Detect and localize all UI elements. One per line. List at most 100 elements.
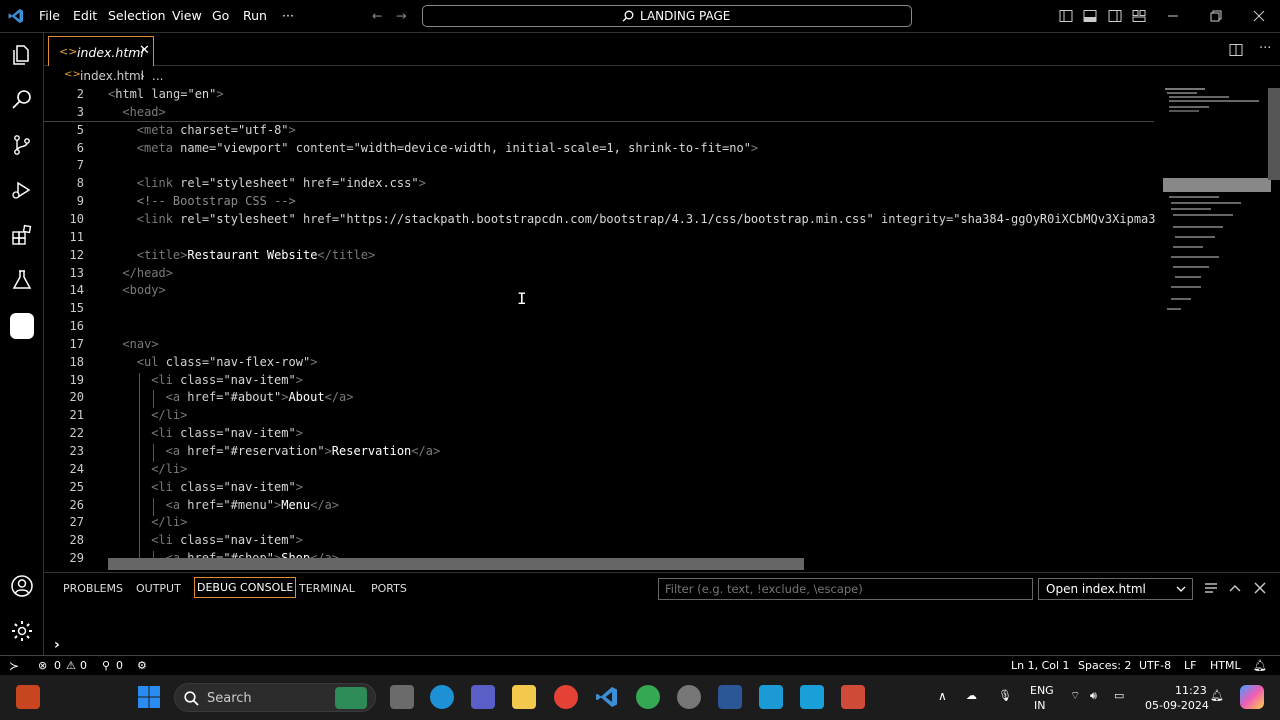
breadcrumb-rest[interactable]: ... (152, 69, 163, 83)
clock-time[interactable]: 11:23 (1175, 684, 1207, 697)
tab-problems[interactable]: PROBLEMS (63, 582, 123, 595)
battery-icon[interactable]: ▭ (1114, 689, 1124, 702)
code-line[interactable]: 15 (44, 301, 1164, 319)
error-count[interactable]: 0 (54, 659, 61, 672)
tab-index-html[interactable]: <> index.html ✕ (48, 36, 154, 66)
code-line[interactable]: 8 <link rel="stylesheet" href="index.css"… (44, 176, 1164, 194)
close-window-icon[interactable] (1252, 9, 1266, 23)
code-line[interactable]: 22 <li class="nav-item"> (44, 426, 1164, 445)
tab-output[interactable]: OUTPUT (136, 582, 181, 595)
run-debug-icon[interactable] (10, 178, 34, 202)
source-control-icon[interactable] (10, 133, 34, 157)
edge-browser-icon[interactable] (430, 685, 454, 709)
code-line[interactable]: 10 <link rel="stylesheet" href="https://s… (44, 212, 1164, 230)
code-line[interactable]: 18 <ul class="nav-flex-row"> (44, 355, 1164, 373)
copilot-icon[interactable] (1240, 685, 1264, 709)
code-line[interactable]: 5 <meta charset="utf-8"> (44, 123, 1164, 141)
code-line[interactable]: 14 <body> (44, 283, 1164, 301)
remote-icon[interactable]: ≻ (9, 659, 19, 673)
teams-icon[interactable] (471, 685, 495, 709)
code-line[interactable]: 20 <a href="#about">About</a> (44, 390, 1164, 409)
restore-icon[interactable] (1209, 9, 1223, 23)
menu-view[interactable]: View (172, 8, 202, 23)
toggle-secondary-sidebar-icon[interactable] (1108, 9, 1122, 23)
screen-recorder-icon[interactable] (841, 685, 865, 709)
tab-debug-console[interactable]: DEBUG CONSOLE (194, 577, 297, 598)
warning-count[interactable]: 0 (80, 659, 87, 672)
volume-icon[interactable]: 🔊︎ (1090, 689, 1097, 703)
maximize-panel-icon[interactable] (1228, 581, 1242, 595)
encoding[interactable]: UTF-8 (1139, 659, 1171, 672)
more-actions-icon[interactable]: ··· (1259, 41, 1271, 56)
code-line[interactable]: 23 <a href="#reservation">Reservation</a> (44, 444, 1164, 462)
split-editor-icon[interactable] (1229, 43, 1243, 57)
vscode-taskbar-icon[interactable] (595, 685, 619, 709)
code-line[interactable]: 24 </li> (44, 461, 1164, 480)
clear-console-icon[interactable] (1204, 581, 1218, 595)
task-view-icon[interactable] (390, 685, 414, 709)
ports-count[interactable]: 0 (116, 659, 123, 672)
search-icon[interactable] (10, 88, 34, 112)
code-line[interactable]: 17 <nav> (44, 337, 1164, 355)
language-region[interactable]: IN (1034, 699, 1045, 712)
debug-status-icon[interactable]: ⚙ (137, 659, 147, 672)
menu-go[interactable]: Go (212, 8, 229, 23)
code-line[interactable]: 7 (44, 158, 1164, 176)
extensions-icon[interactable] (10, 223, 34, 247)
nav-forward-icon[interactable]: → (396, 8, 406, 23)
language-indicator[interactable]: ENG (1030, 684, 1054, 697)
code-line[interactable]: 25 <li class="nav-item"> (44, 479, 1164, 498)
toggle-panel-icon[interactable] (1083, 9, 1097, 23)
manage-gear-icon[interactable] (10, 619, 34, 643)
code-line[interactable]: 2 <html lang="en"> (44, 87, 1164, 105)
customize-layout-icon[interactable] (1132, 9, 1146, 23)
command-center[interactable]: LANDING PAGE (422, 5, 912, 27)
show-hidden-icons-icon[interactable]: ∧ (938, 689, 947, 703)
menu-run[interactable]: Run (243, 8, 267, 23)
notifications-bell-icon[interactable]: 🔔︎ (1253, 659, 1267, 672)
code-line[interactable]: 26 <a href="#menu">Menu</a> (44, 497, 1164, 516)
wifi-icon[interactable]: ⌔ (1070, 689, 1080, 703)
code-line[interactable]: 12 <title>Restaurant Website</title> (44, 248, 1164, 266)
code-line[interactable]: 19 <li class="nav-item"> (44, 372, 1164, 391)
warning-icon[interactable]: ⚠ (66, 659, 76, 672)
microphone-icon[interactable]: 🎙︎ (998, 689, 1012, 702)
code-line[interactable]: 16 (44, 319, 1164, 337)
code-line[interactable]: 9 <!-- Bootstrap CSS --> (44, 194, 1164, 212)
cursor-position[interactable]: Ln 1, Col 1 (1011, 659, 1070, 672)
console-prompt[interactable]: › (54, 637, 60, 653)
close-panel-icon[interactable] (1253, 581, 1267, 595)
menu-edit[interactable]: Edit (73, 8, 97, 23)
error-icon[interactable]: ⊗ (38, 659, 47, 672)
vertical-scrollbar[interactable] (1268, 88, 1280, 180)
line-ending[interactable]: LF (1184, 659, 1196, 672)
code-line[interactable]: 11 (44, 230, 1164, 248)
file-explorer-icon[interactable] (512, 685, 536, 709)
tab-terminal[interactable]: TERMINAL (299, 582, 355, 595)
horizontal-scrollbar[interactable] (108, 558, 804, 570)
debug-session-select[interactable]: Open index.html (1038, 578, 1193, 600)
code-editor[interactable]: 2 <html lang="en"> 3 <head> 5 <meta charset="… (44, 86, 1280, 572)
toggle-primary-sidebar-icon[interactable] (1059, 9, 1073, 23)
nav-back-icon[interactable]: ← (372, 8, 382, 23)
windows-start-icon[interactable] (137, 685, 161, 709)
notification-icon[interactable]: 🔔︎ (1210, 689, 1224, 702)
calculator-icon[interactable] (800, 685, 824, 709)
close-tab-icon[interactable]: ✕ (139, 43, 150, 58)
tab-ports[interactable]: PORTS (371, 582, 407, 595)
code-line[interactable]: 6 <meta name="viewport" content="width=de… (44, 141, 1164, 159)
clock-date[interactable]: 05-09-2024 (1145, 699, 1209, 712)
language-mode[interactable]: HTML (1210, 659, 1241, 672)
minimize-icon[interactable] (1166, 9, 1180, 23)
remote-extension-icon[interactable] (10, 313, 34, 339)
menu-file[interactable]: File (39, 8, 60, 23)
chrome-icon[interactable] (554, 685, 578, 709)
minimap[interactable] (1161, 86, 1273, 326)
code-line[interactable]: 13 </head> (44, 266, 1164, 284)
word-icon[interactable] (718, 685, 742, 709)
explorer-icon[interactable] (10, 43, 34, 67)
code-line[interactable]: 28 <li class="nav-item"> (44, 533, 1164, 552)
filter-input[interactable] (658, 578, 1033, 600)
indentation[interactable]: Spaces: 2 (1078, 659, 1131, 672)
taskbar-search[interactable]: Search (174, 683, 376, 712)
